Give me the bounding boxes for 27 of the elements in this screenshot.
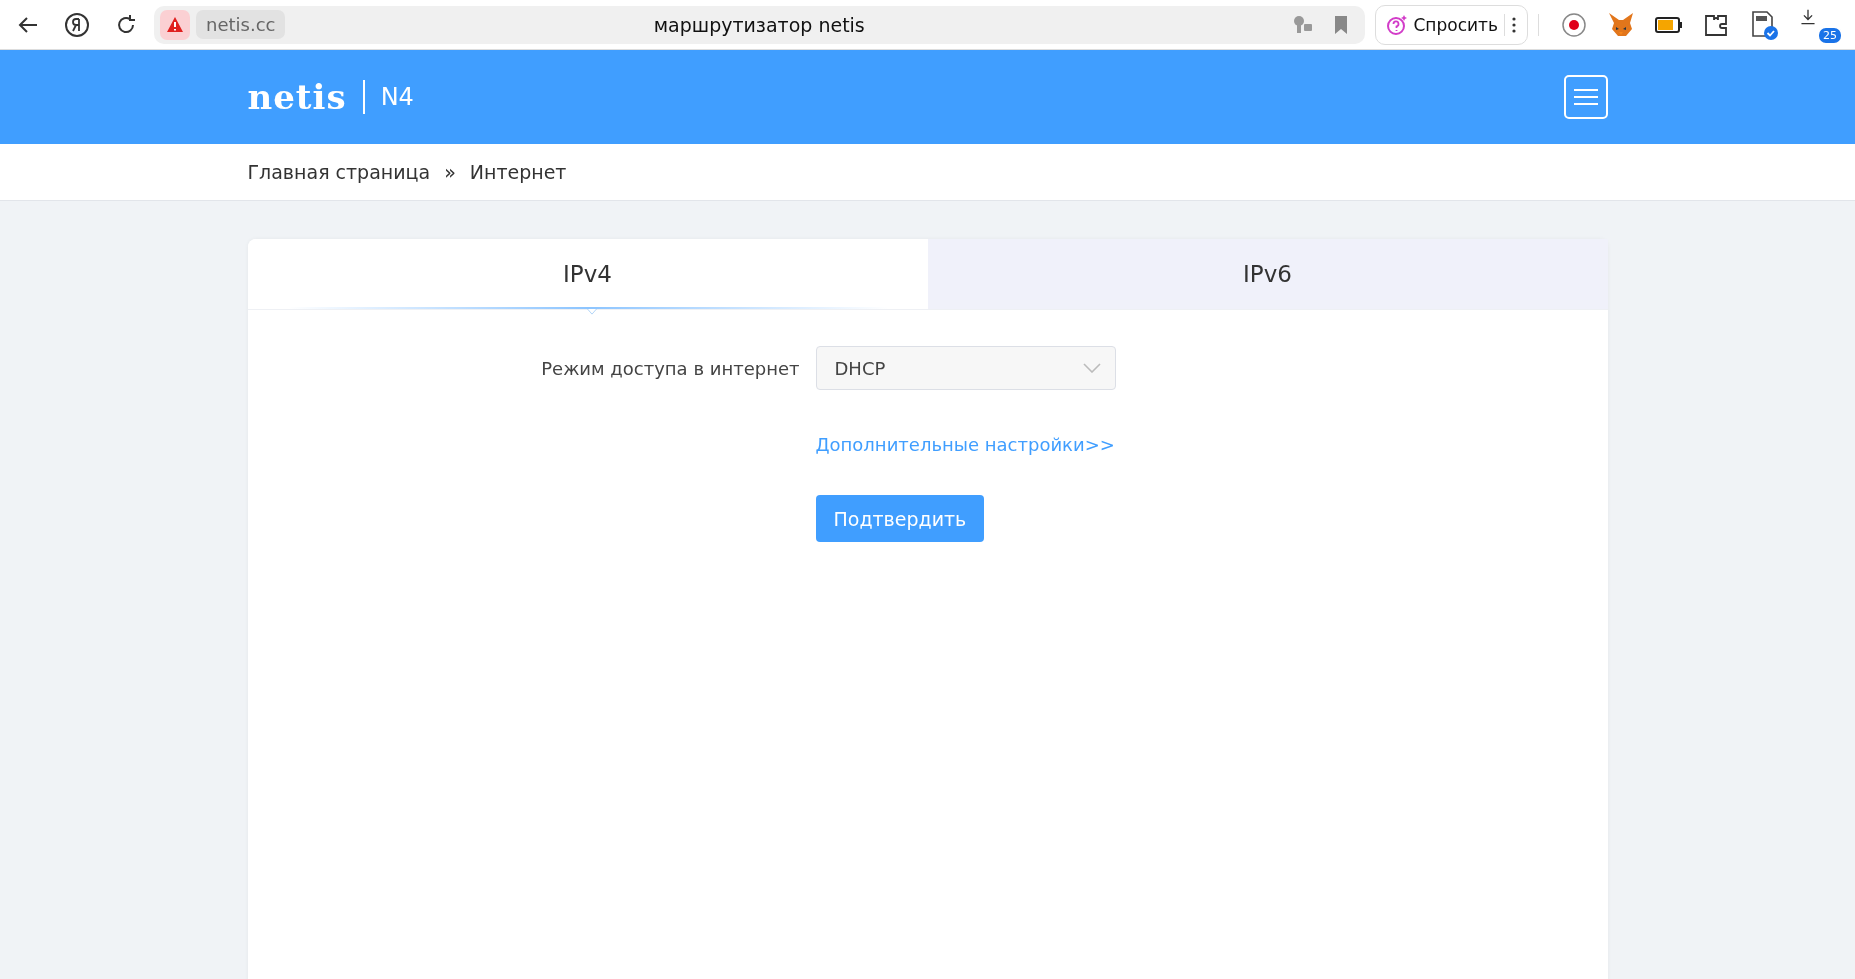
bookmark-icon[interactable] bbox=[1332, 14, 1349, 35]
breadcrumb-separator: » bbox=[444, 161, 456, 183]
extensions-icon[interactable] bbox=[1703, 12, 1729, 37]
breadcrumb-item: Интернет bbox=[469, 161, 567, 183]
download-icon[interactable] bbox=[1799, 7, 1817, 26]
menu-button[interactable] bbox=[1563, 75, 1608, 119]
model-name: N4 bbox=[380, 83, 414, 111]
record-icon[interactable] bbox=[1561, 11, 1587, 38]
address-bar[interactable]: netis.cc маршрутизатор netis bbox=[154, 5, 1365, 44]
fox-icon[interactable] bbox=[1607, 11, 1635, 38]
tab[interactable]: IPv6 bbox=[927, 239, 1608, 309]
field-label: Режим доступа в интернет bbox=[541, 357, 800, 379]
warning-icon bbox=[160, 9, 190, 40]
battery-icon[interactable] bbox=[1655, 16, 1683, 33]
reload-icon bbox=[115, 13, 137, 36]
brand-logo: netis bbox=[247, 77, 347, 117]
document-check-icon[interactable] bbox=[1749, 9, 1779, 40]
page-title: маршрутизатор netis bbox=[653, 13, 865, 36]
sparkle-question-icon bbox=[1385, 13, 1408, 36]
access-mode-dropdown[interactable]: DHCP bbox=[815, 346, 1116, 390]
chevron-down-icon bbox=[1082, 363, 1101, 373]
browser-logo-icon[interactable] bbox=[64, 11, 90, 38]
breadcrumb-item[interactable]: Главная страница bbox=[247, 161, 431, 183]
url-text: netis.cc bbox=[196, 10, 286, 39]
menu-icon bbox=[1572, 87, 1599, 107]
tab-pointer-icon bbox=[584, 309, 599, 318]
downloads-count: 25 bbox=[1817, 25, 1843, 45]
